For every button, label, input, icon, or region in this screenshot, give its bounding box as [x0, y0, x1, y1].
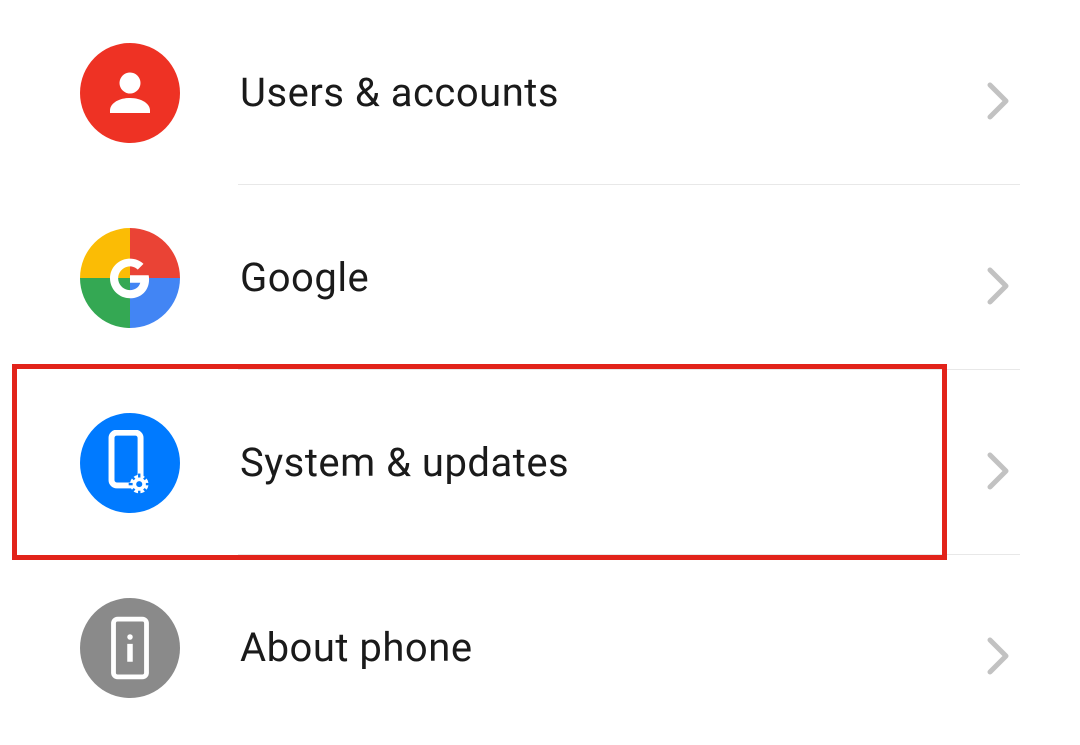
- settings-item-label: About phone: [240, 624, 986, 671]
- settings-list: Users & accounts Google: [0, 0, 1080, 740]
- chevron-right-icon: [986, 81, 1010, 105]
- person-icon: [80, 43, 180, 143]
- settings-item-users-accounts[interactable]: Users & accounts: [0, 0, 1080, 185]
- phone-info-icon: [80, 598, 180, 698]
- settings-item-google[interactable]: Google: [0, 185, 1080, 370]
- settings-item-label: Users & accounts: [240, 69, 986, 116]
- settings-item-label: System & updates: [240, 439, 986, 486]
- phone-gear-icon: [80, 413, 180, 513]
- google-icon: [80, 228, 180, 328]
- chevron-right-icon: [986, 266, 1010, 290]
- settings-item-about-phone[interactable]: About phone: [0, 555, 1080, 740]
- chevron-right-icon: [986, 451, 1010, 475]
- settings-item-label: Google: [240, 254, 986, 301]
- chevron-right-icon: [986, 636, 1010, 660]
- settings-item-system-updates[interactable]: System & updates: [0, 370, 1080, 555]
